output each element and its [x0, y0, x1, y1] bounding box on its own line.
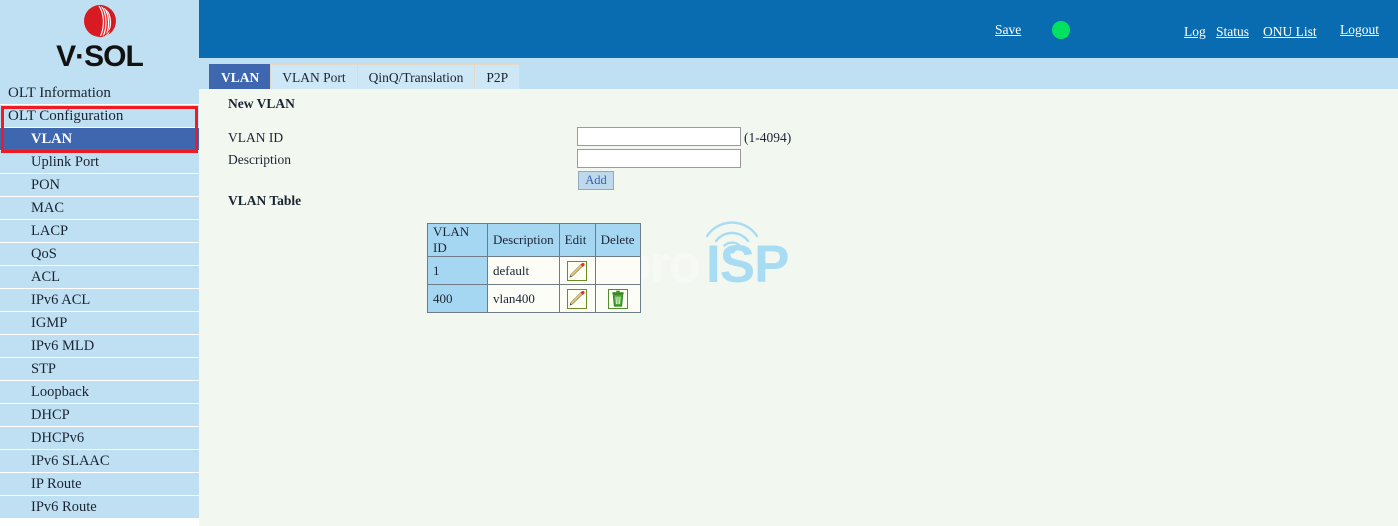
save-button[interactable]: Save	[995, 22, 1021, 38]
sidebar-item-label: PON	[31, 177, 61, 193]
sidebar-item-label: IPv6 MLD	[31, 338, 95, 354]
sidebar-item-dhcp[interactable]: DHCP	[0, 404, 199, 427]
description-input[interactable]	[577, 149, 741, 168]
wifi-antenna-icon	[705, 221, 759, 254]
sidebar-item-label: OLT Configuration	[8, 108, 124, 124]
sidebar-item-lacp[interactable]: LACP	[0, 220, 199, 243]
sidebar-item-label: IPv6 ACL	[31, 292, 91, 308]
onu-list-link[interactable]: ONU List	[1263, 24, 1317, 40]
cell-vlan-id: 400	[427, 284, 488, 313]
table-header-row: VLAN ID Description Edit Delete	[427, 223, 641, 257]
cell-edit	[558, 256, 596, 285]
sidebar-item-mac[interactable]: MAC	[0, 197, 199, 220]
olt-web-ui: V·SOL OLT Information OLT Configuration VL…	[0, 0, 1398, 526]
sidebar-item-loopback[interactable]: Loopback	[0, 381, 199, 404]
logout-link[interactable]: Logout	[1340, 22, 1379, 38]
add-vlan-button[interactable]: Add	[578, 171, 614, 190]
tab-label: VLAN Port	[282, 70, 346, 85]
tab-vlan-port[interactable]: VLAN Port	[270, 64, 358, 89]
column-header-delete: Delete	[594, 223, 641, 257]
edit-pencil-icon[interactable]	[567, 288, 588, 309]
description-label: Description	[228, 152, 291, 167]
sidebar-item-ipv6-mld[interactable]: IPv6 MLD	[0, 335, 199, 358]
column-header-description: Description	[487, 223, 560, 257]
sidebar-item-ipv6-route[interactable]: IPv6 Route	[0, 496, 199, 519]
sidebar-item-label: OLT Information	[8, 85, 111, 101]
log-link[interactable]: Log	[1184, 24, 1206, 40]
vlan-id-range-hint: (1-4094)	[744, 130, 792, 145]
vsol-logo-icon	[79, 2, 121, 44]
sidebar-item-uplink-port[interactable]: Uplink Port	[0, 151, 199, 174]
cell-delete	[594, 284, 641, 313]
sidebar-item-stp[interactable]: STP	[0, 358, 199, 381]
vlan-table: VLAN ID Description Edit Delete 1 default…	[427, 223, 641, 313]
sidebar-item-ipv6-slaac[interactable]: IPv6 SLAAC	[0, 450, 199, 473]
sidebar-item-ipv6-acl[interactable]: IPv6 ACL	[0, 289, 199, 312]
sidebar-item-acl[interactable]: ACL	[0, 266, 199, 289]
sidebar-menu: OLT Information OLT Configuration VLAN Upli…	[0, 82, 199, 519]
column-header-edit: Edit	[558, 223, 596, 257]
tab-label: VLAN	[221, 70, 260, 85]
sidebar-item-ip-route[interactable]: IP Route	[0, 473, 199, 496]
sidebar-item-label: QoS	[31, 246, 57, 262]
sidebar: V·SOL OLT Information OLT Configuration VL…	[0, 0, 199, 526]
sidebar-item-label: VLAN	[31, 131, 73, 147]
vlan-id-label: VLAN ID	[228, 130, 284, 145]
cell-description: vlan400	[487, 284, 560, 313]
sidebar-item-vlan[interactable]: VLAN	[0, 128, 199, 151]
watermark-text-accent: ISP	[706, 235, 789, 294]
sidebar-item-igmp[interactable]: IGMP	[0, 312, 199, 335]
sidebar-item-dhcpv6[interactable]: DHCPv6	[0, 427, 199, 450]
column-header-vlan-id: VLAN ID	[427, 223, 488, 257]
top-header-bar: Save Log Status ONU List Logout	[199, 0, 1398, 58]
table-row: 1 default	[427, 256, 641, 285]
sidebar-item-olt-configuration[interactable]: OLT Configuration	[0, 105, 199, 128]
sidebar-item-olt-information[interactable]: OLT Information	[0, 82, 199, 105]
tab-list: VLAN VLAN Port QinQ/Translation P2P	[209, 64, 521, 89]
sidebar-item-label: IP Route	[31, 476, 82, 492]
tab-label: P2P	[486, 70, 509, 85]
green-status-dot-icon	[1052, 21, 1070, 39]
cell-vlan-id: 1	[427, 256, 488, 285]
sidebar-item-label: IPv6 SLAAC	[31, 453, 110, 469]
table-row: 400 vlan400	[427, 284, 641, 313]
brand-logo: V·SOL	[0, 0, 199, 82]
sidebar-item-label: Uplink Port	[31, 154, 100, 170]
brand-wordmark: V·SOL	[56, 40, 144, 73]
tab-bar: VLAN VLAN Port QinQ/Translation P2P	[199, 58, 1398, 89]
sidebar-item-label: IGMP	[31, 315, 68, 331]
tab-p2p[interactable]: P2P	[474, 64, 521, 89]
sidebar-item-label: STP	[31, 361, 56, 377]
vlan-table-heading: VLAN Table	[228, 193, 302, 208]
sidebar-item-label: Loopback	[31, 384, 89, 400]
vlan-id-input[interactable]	[577, 127, 741, 146]
tab-vlan[interactable]: VLAN	[209, 64, 272, 89]
sidebar-item-label: ACL	[31, 269, 60, 285]
delete-trash-icon[interactable]	[607, 288, 628, 309]
new-vlan-heading: New VLAN	[228, 96, 295, 111]
tab-qinq-translation[interactable]: QinQ/Translation	[356, 64, 476, 89]
cell-delete	[594, 256, 641, 285]
sidebar-item-label: IPv6 Route	[31, 499, 97, 515]
sidebar-item-label: DHCP	[31, 407, 70, 423]
sidebar-item-pon[interactable]: PON	[0, 174, 199, 197]
main-content: Foro ISP New VLAN VLAN ID (1-4094) Descr…	[199, 89, 1398, 526]
cell-edit	[558, 284, 596, 313]
sidebar-item-label: DHCPv6	[31, 430, 85, 446]
status-link[interactable]: Status	[1216, 24, 1249, 40]
edit-pencil-icon[interactable]	[567, 260, 588, 281]
sidebar-item-qos[interactable]: QoS	[0, 243, 199, 266]
sidebar-item-label: LACP	[31, 223, 69, 239]
cell-description: default	[487, 256, 560, 285]
tab-label: QinQ/Translation	[368, 70, 464, 85]
sidebar-item-label: MAC	[31, 200, 65, 216]
